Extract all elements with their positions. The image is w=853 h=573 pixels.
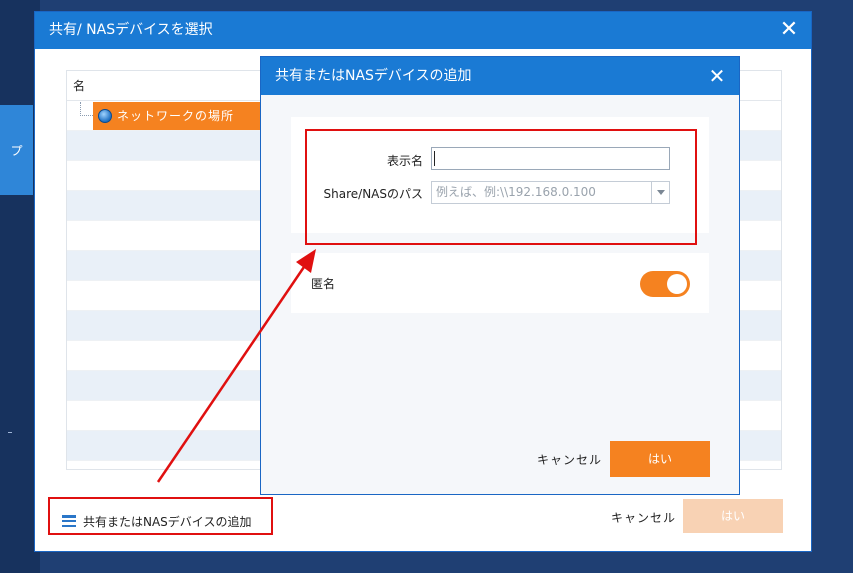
anonymous-card: 匿名: [291, 253, 709, 313]
highlight-box-form: [305, 129, 697, 245]
tree-connector: [80, 115, 93, 116]
tree-connector: [80, 102, 81, 116]
yes-button[interactable]: はい: [610, 441, 710, 477]
yes-button-disabled[interactable]: はい: [683, 499, 783, 533]
add-share-nas-dialog: 共有またはNASデバイスの追加 ✕ 表示名 Share/NASのパス 例えば、例…: [260, 56, 740, 495]
cancel-button[interactable]: キャンセル: [537, 451, 602, 468]
tree-node-network-location[interactable]: ネットワークの場所: [93, 102, 263, 130]
dialog-title: 共有またはNASデバイスの追加: [261, 57, 739, 95]
dialog-title: 共有/ NASデバイスを選択: [35, 12, 811, 49]
background-side-tab[interactable]: プ: [0, 105, 33, 195]
toggle-knob: [667, 274, 687, 294]
anonymous-label: 匿名: [311, 277, 336, 291]
close-icon[interactable]: ✕: [705, 64, 729, 88]
close-icon[interactable]: ✕: [777, 18, 801, 42]
cancel-button[interactable]: キャンセル: [611, 509, 676, 526]
tree-node-label: ネットワークの場所: [117, 109, 235, 123]
background-mark: [8, 432, 12, 433]
network-globe-icon: [98, 109, 112, 123]
highlight-box-add-link: [48, 497, 273, 535]
anonymous-toggle[interactable]: [640, 271, 690, 297]
